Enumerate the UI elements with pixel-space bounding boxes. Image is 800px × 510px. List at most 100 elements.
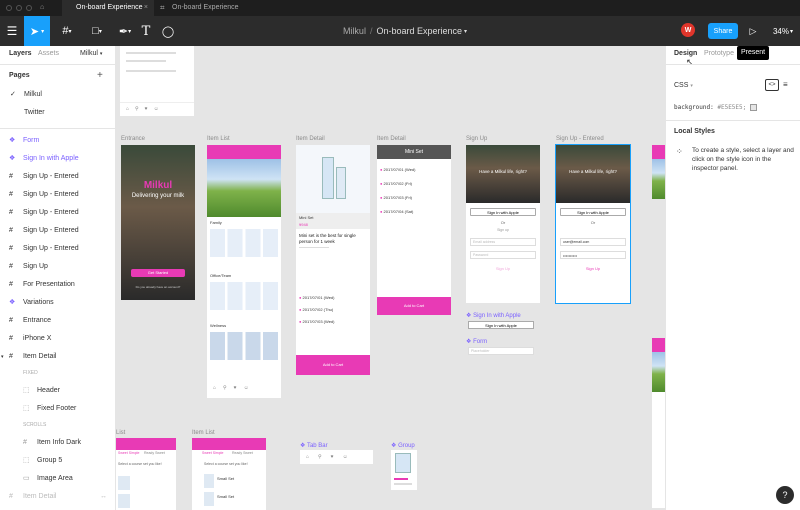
frame-item-detail[interactable]: Mini Set ¥948 Mini set is the best for s…	[296, 145, 370, 375]
product-row[interactable]	[210, 332, 278, 360]
layer-frame[interactable]: # Sign Up - Entered	[0, 186, 116, 204]
layer-variations[interactable]: ❖ Variations	[0, 294, 116, 312]
home-icon[interactable]: ⌂	[40, 0, 52, 16]
component-form-field[interactable]: Placeholder	[468, 347, 534, 355]
layer-item-info-dark[interactable]: # Item Info Dark	[0, 434, 116, 452]
tab-assets[interactable]: Assets	[38, 50, 59, 57]
list-item[interactable]: Small Set	[217, 476, 234, 481]
login-link[interactable]: Do you already have an account?	[121, 285, 195, 289]
component-label-form[interactable]: ❖ Form	[466, 338, 487, 345]
layer-frame[interactable]: # Sign Up - Entered	[0, 168, 116, 186]
tab-inactive[interactable]: ⌗ On-board Experience	[158, 0, 258, 16]
sign-in-apple-button[interactable]: Sign In with Apple	[470, 208, 536, 216]
layer-fixed-footer[interactable]: ⬚ Fixed Footer	[0, 400, 116, 418]
layer-frame[interactable]: # For Presentation	[0, 276, 116, 294]
frame-partial-right-image[interactable]	[652, 159, 665, 199]
password-field[interactable]: Password	[470, 251, 536, 259]
email-field[interactable]: user@email.com	[560, 238, 626, 246]
code-view-icon[interactable]: <>	[765, 79, 779, 91]
share-button[interactable]: Share	[708, 23, 738, 39]
layer-header[interactable]: ⬚ Header	[0, 382, 116, 400]
date-1[interactable]: ● 2017/07/01 (Wed)	[380, 167, 415, 172]
page-item-milkul[interactable]: ✓ Milkul	[0, 86, 116, 104]
layer-frame[interactable]: # Sign Up - Entered	[0, 240, 116, 258]
window-zoom-dot[interactable]	[26, 5, 32, 11]
component-label-sign-in-apple[interactable]: ❖ Sign In with Apple	[466, 312, 521, 319]
add-page-icon[interactable]: +	[97, 70, 103, 81]
password-field[interactable]: ••••••••••	[560, 251, 626, 259]
date-1[interactable]: ● 2017/07/01 (Wed)	[299, 295, 334, 300]
date-3[interactable]: ● 2017/07/03 (Wed)	[299, 319, 334, 324]
main-menu-icon[interactable]: ☰	[0, 16, 24, 46]
sign-in-apple-button[interactable]: Sign In with Apple	[560, 208, 626, 216]
comment-tool-button[interactable]: ◯	[158, 16, 178, 46]
page-item-twitter[interactable]: Twitter	[0, 104, 116, 122]
frame-partial-right[interactable]	[652, 145, 665, 159]
group-frame[interactable]	[391, 450, 417, 490]
layer-frame[interactable]: # Sign Up - Entered	[0, 204, 116, 222]
group-label[interactable]: ❖ Group	[391, 442, 415, 449]
frame-item-list[interactable]: Family Office/Team Wellness ⌂⚲♥☺	[207, 145, 281, 398]
product-row[interactable]	[210, 282, 278, 310]
layer-frame[interactable]: # iPhone X	[0, 330, 116, 348]
frame-sign-up[interactable]: Have a Milkul life, right? Sign In with …	[466, 145, 540, 303]
layer-frame-expanded[interactable]: ▾ # Item Detail	[0, 348, 116, 366]
frame-label-item-detail[interactable]: Item Detail	[296, 136, 325, 142]
frame-list[interactable]: Sweet Simple Ready Sweet Select a course…	[116, 438, 176, 510]
layer-group-5[interactable]: ⬚ Group 5	[0, 452, 116, 470]
code-language-select[interactable]: CSS ▾	[674, 82, 693, 89]
frame-sign-up-entered[interactable]: Have a Milkul life, right? Sign In with …	[555, 144, 631, 304]
sign-up-button[interactable]: Sign Up	[556, 266, 630, 271]
component-sign-in-apple[interactable]: Sign In with Apple	[468, 321, 534, 329]
frame-top-partial[interactable]: ⌂⚲♥☺	[120, 46, 194, 116]
tab-prototype[interactable]: Prototype	[704, 50, 734, 57]
shape-tool-button[interactable]: □ ▾	[84, 16, 110, 46]
date-2[interactable]: ● 2017/07/02 (Fri)	[380, 181, 412, 186]
list-tab[interactable]: Ready Sweet	[232, 451, 253, 455]
close-icon[interactable]: ×	[144, 0, 148, 16]
add-to-cart-button[interactable]: Add to Cart	[377, 297, 451, 315]
layer-frame[interactable]: # Sign Up - Entered	[0, 222, 116, 240]
present-button[interactable]: ▷	[745, 16, 761, 46]
date-3[interactable]: ● 2017/07/03 (Fri)	[380, 195, 412, 200]
tab-layers[interactable]: Layers	[9, 50, 32, 57]
file-breadcrumb[interactable]: Milkul / On-board Experience ▾	[330, 16, 480, 46]
frame-label-entrance[interactable]: Entrance	[121, 136, 145, 142]
layer-form[interactable]: ❖ Form	[0, 132, 116, 150]
layer-frame[interactable]: # Sign Up	[0, 258, 116, 276]
frame-label-item-list-2[interactable]: Item List	[192, 430, 215, 436]
frame-label-sign-up[interactable]: Sign Up	[466, 136, 487, 142]
layer-sign-in-apple[interactable]: ❖ Sign In with Apple	[0, 150, 116, 168]
frame-tool-button[interactable]: # ▾	[54, 16, 80, 46]
text-tool-button[interactable]: T	[136, 16, 156, 46]
help-button[interactable]: ?	[776, 486, 794, 504]
pen-tool-button[interactable]: ✒ ▾	[112, 16, 138, 46]
get-started-button[interactable]: Get Started	[131, 269, 185, 277]
list-tab[interactable]: Ready Sweet	[144, 451, 165, 455]
component-label-tab-bar[interactable]: ❖ Tab Bar	[300, 442, 328, 449]
layer-frame[interactable]: # Entrance	[0, 312, 116, 330]
avatar[interactable]: W	[681, 23, 695, 37]
window-minimize-dot[interactable]	[16, 5, 22, 11]
frame-label-item-list[interactable]: Item List	[207, 136, 230, 142]
list-view-icon[interactable]: ≡	[783, 80, 788, 89]
window-close-dot[interactable]	[6, 5, 12, 11]
tab-active[interactable]: On-board Experience ×	[62, 0, 154, 16]
sign-up-button[interactable]: Sign Up	[466, 266, 540, 271]
frame-item-list-2[interactable]: Sweet Simple Ready Sweet Select a course…	[192, 438, 266, 510]
tab-design[interactable]: Design	[674, 50, 697, 57]
frame-entrance[interactable]: Milkul Delivering your milk Get Started …	[121, 145, 195, 300]
zoom-dropdown[interactable]: 34% ▾	[768, 16, 798, 46]
list-item[interactable]: Small Set	[217, 494, 234, 499]
list-tab[interactable]: Sweet Simple	[202, 451, 223, 455]
date-4[interactable]: ● 2017/07/04 (Sat)	[380, 209, 413, 214]
frame-label-item-detail-2[interactable]: Item Detail	[377, 136, 406, 142]
frame-label-list[interactable]: List	[116, 430, 125, 436]
product-row[interactable]	[210, 229, 278, 257]
list-tab[interactable]: Sweet Simple	[118, 451, 139, 455]
add-to-cart-button[interactable]: Add to Cart	[296, 355, 370, 375]
move-tool-button[interactable]: ➤ ▾	[24, 16, 50, 46]
frame-item-detail-2[interactable]: Mini Set ● 2017/07/01 (Wed) ● 2017/07/02…	[377, 145, 451, 315]
date-2[interactable]: ● 2017/07/02 (Thu)	[299, 307, 333, 312]
canvas[interactable]: ⌂⚲♥☺ Entrance Milkul Delivering your mil…	[116, 46, 665, 510]
